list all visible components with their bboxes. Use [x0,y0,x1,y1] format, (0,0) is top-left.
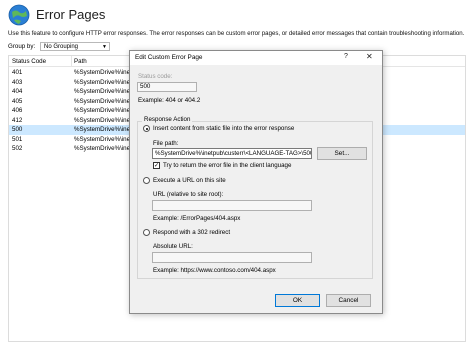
redirect-option-label[interactable]: Respond with a 302 redirect [153,229,230,236]
ok-button[interactable]: OK [275,294,320,307]
absolute-url-label: Absolute URL: [153,243,193,250]
path-cell: %SystemDrive%\inetp [74,88,136,95]
status-code-cell: 406 [12,107,23,114]
execute-url-radio[interactable] [143,177,150,184]
status-code-cell: 405 [12,97,23,105]
status-code-example: Example: 404 or 404.2 [138,97,201,104]
group-by-select[interactable]: No Grouping ▼ [40,42,110,51]
group-by-value: No Grouping [44,44,79,50]
set-button[interactable]: Set... [317,147,367,160]
dialog-title: Edit Custom Error Page [135,54,203,61]
cancel-button[interactable]: Cancel [326,294,371,307]
file-path-label: File path: [153,140,179,147]
column-divider[interactable] [71,56,72,66]
absolute-url-example: Example: https://www.contoso.com/404.asp… [153,267,276,274]
column-header-path[interactable]: Path [74,58,87,65]
error-pages-globe-icon [8,4,30,26]
path-cell: %SystemDrive%\inetp [74,97,136,105]
url-example: Example: /ErrorPages/404.aspx [153,215,241,222]
status-code-input[interactable]: 500 [137,82,197,92]
status-code-cell: 403 [12,78,23,86]
url-label: URL (relative to site root): [153,191,224,198]
page-description: Use this feature to configure HTTP error… [8,30,465,37]
execute-url-option-label[interactable]: Execute a URL on this site [153,177,226,184]
page-title: Error Pages [36,7,106,22]
status-code-cell: 404 [12,88,23,95]
path-cell: %SystemDrive%\inetp [74,116,136,124]
redirect-radio[interactable] [143,229,150,236]
status-code-cell: 401 [12,69,23,76]
response-action-label: Response Action [142,116,193,123]
status-code-label: Status code: [138,73,173,80]
path-cell: %SystemDrive%\inetp [74,126,136,133]
edit-custom-error-page-dialog: Edit Custom Error Page ? ✕ Status code: … [129,50,383,314]
path-cell: %SystemDrive%\inetp [74,69,136,76]
try-return-label[interactable]: Try to return the error file in the clie… [163,162,291,169]
status-code-cell: 502 [12,145,23,152]
path-cell: %SystemDrive%\inetp [74,135,136,143]
url-input[interactable] [152,200,312,211]
path-cell: %SystemDrive%\inetp [74,78,136,86]
chevron-down-icon: ▼ [102,44,107,50]
column-header-status-code[interactable]: Status Code [12,58,46,65]
group-by-label: Group by: [8,43,36,50]
try-return-checkbox[interactable]: ✓ [153,162,160,169]
absolute-url-input[interactable] [152,252,312,263]
static-file-option-label[interactable]: Insert content from static file into the… [153,125,294,132]
path-cell: %SystemDrive%\inetp [74,145,136,152]
dialog-title-bar: Edit Custom Error Page ? ✕ [130,51,382,65]
static-file-radio[interactable] [143,125,150,132]
status-code-cell: 500 [12,126,23,133]
path-cell: %SystemDrive%\inetp [74,107,136,114]
help-icon[interactable]: ? [344,53,348,60]
status-code-cell: 501 [12,135,23,143]
status-code-cell: 412 [12,116,23,124]
close-icon[interactable]: ✕ [366,52,373,61]
file-path-input[interactable]: %SystemDrive%\inetpub\custerr\<LANGUAGE-… [152,148,312,159]
